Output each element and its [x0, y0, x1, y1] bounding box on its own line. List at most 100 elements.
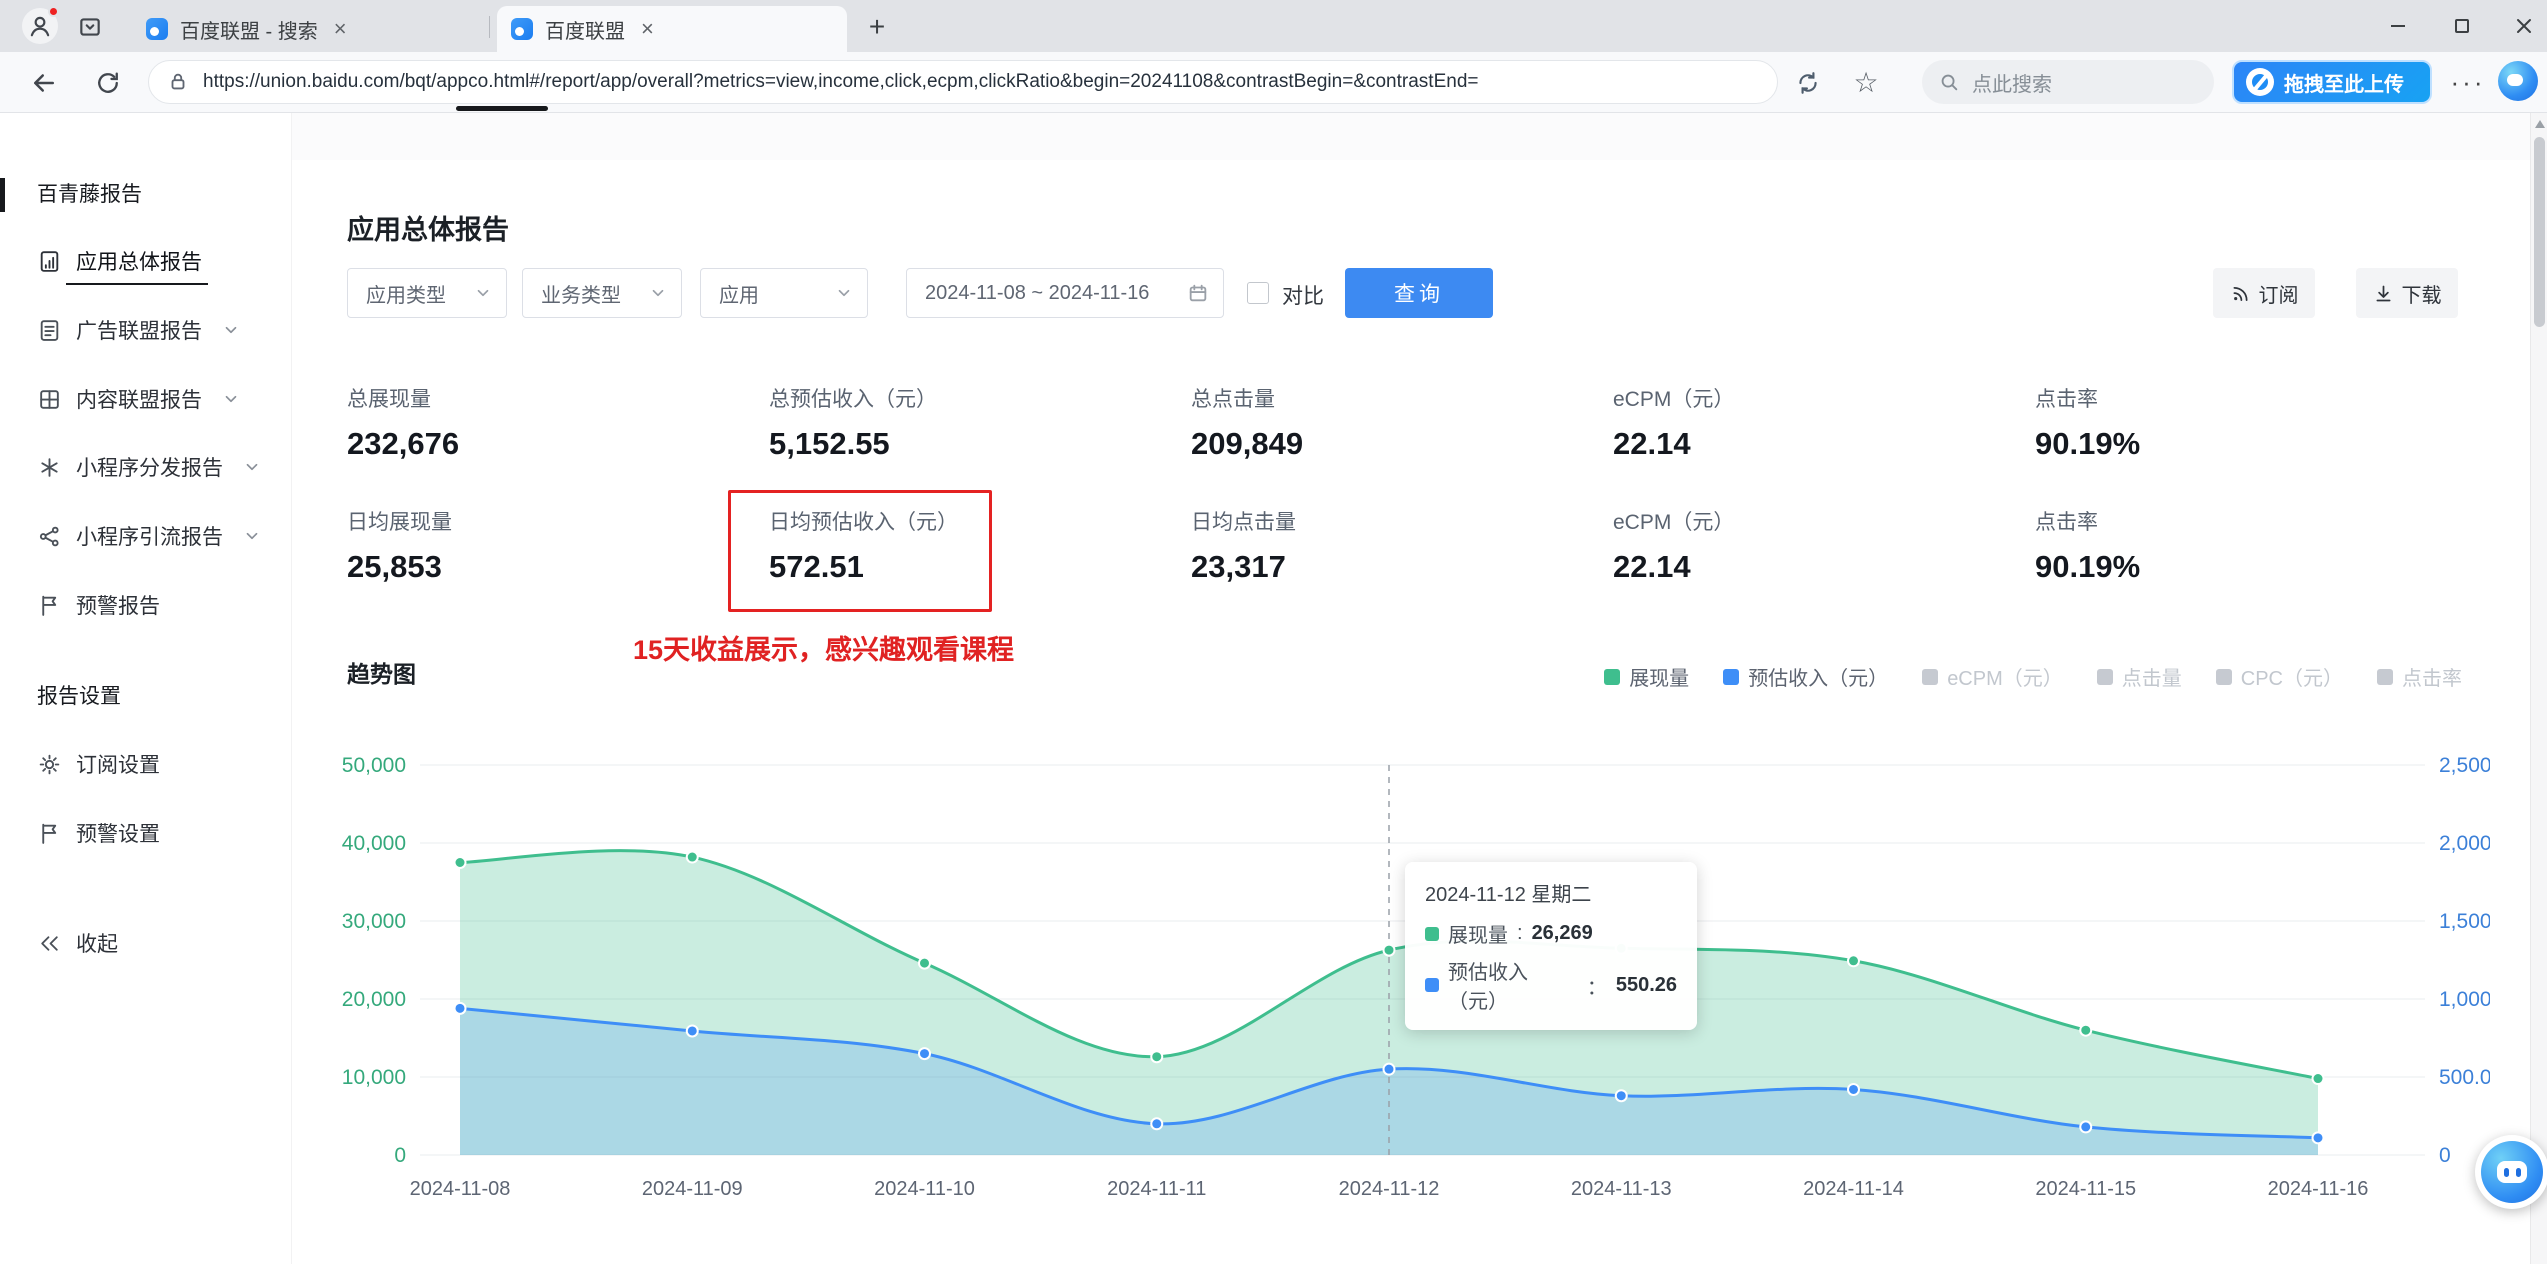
- browser-tab-1[interactable]: 百度联盟 - 搜索 ×: [132, 9, 484, 49]
- data-point-1-1: [685, 1024, 699, 1038]
- flag-icon: [42, 595, 57, 616]
- browser-toolbar: https://union.baidu.com/bqt/appco.html#/…: [0, 52, 2547, 113]
- browser-window: 百度联盟 - 搜索 × 百度联盟 × + https://union.baidu…: [0, 0, 2547, 1264]
- sidebar-item-label: 订阅设置: [76, 754, 160, 777]
- stat-label: 总预估收入（元）: [769, 388, 937, 411]
- back-arrow-icon: [34, 74, 54, 92]
- chevron-down-icon: [838, 289, 850, 297]
- subscribe-button[interactable]: 订阅: [2213, 268, 2315, 318]
- chart-legend: 展现量 预估收入（元） eCPM（元） 点击量 CPC（元） 点击率: [1604, 662, 2462, 691]
- legend-swatch: [1723, 668, 1740, 685]
- legend-item-4[interactable]: CPC（元）: [2215, 662, 2343, 691]
- window-minimize-button[interactable]: [2375, 5, 2421, 47]
- app-type-select[interactable]: 应用类型: [347, 268, 507, 318]
- right-axis-tick: 1,500.00: [2439, 910, 2490, 933]
- annotation-highlight-box: [728, 490, 992, 612]
- baidu-union-favicon: [146, 18, 168, 40]
- chevron-down-icon: [246, 463, 258, 471]
- new-tab-button[interactable]: +: [862, 11, 892, 42]
- x-axis-label: 2024-11-16: [2268, 1178, 2369, 1200]
- data-point-0-2: [918, 956, 931, 970]
- sidebar-section-report: 百青藤报告: [37, 178, 142, 208]
- minimize-icon: [2391, 25, 2405, 27]
- sidebar-item-ad-union-report[interactable]: 广告联盟报告: [0, 310, 292, 350]
- left-axis-tick: 40,000: [342, 832, 406, 855]
- netdisk-upload-button[interactable]: 拖拽至此上传: [2232, 60, 2432, 104]
- stat-label: eCPM（元）: [1613, 511, 1735, 534]
- select-value: 应用: [719, 284, 759, 307]
- legend-item-3[interactable]: 点击量: [2096, 662, 2182, 691]
- copilot-toolbar-icon[interactable]: [2498, 61, 2538, 101]
- stat-label: 总展现量: [347, 388, 431, 411]
- annotation-text: 15天收益展示，感兴趣观看课程: [633, 635, 1015, 665]
- copilot-floating-button[interactable]: [2475, 1135, 2547, 1209]
- quick-search-box[interactable]: 点此搜索: [1922, 60, 2214, 104]
- sidebar-item-alert-settings[interactable]: 预警设置: [0, 813, 292, 853]
- window-maximize-button[interactable]: [2439, 5, 2485, 47]
- data-point-1-2: [918, 1047, 931, 1061]
- sidebar-section-settings: 报告设置: [37, 680, 121, 710]
- stat-value: 90.19%: [2035, 426, 2141, 461]
- tab-close-icon[interactable]: ×: [330, 16, 351, 42]
- right-axis-tick: 2,000.00: [2439, 832, 2490, 855]
- x-axis-label: 2024-11-10: [874, 1178, 975, 1200]
- scrollbar-thumb[interactable]: [2534, 137, 2545, 327]
- browser-tab-2-active[interactable]: 百度联盟 ×: [497, 6, 847, 52]
- legend-swatch: [2096, 668, 2113, 685]
- tab-actions-button[interactable]: [76, 13, 104, 41]
- asterisk-flower-icon: [41, 457, 58, 477]
- favorites-star-button[interactable]: ☆: [1848, 62, 1884, 102]
- site-info-icon[interactable]: [167, 71, 189, 93]
- window-close-button[interactable]: [2501, 5, 2547, 47]
- query-button[interactable]: 查询: [1345, 268, 1493, 318]
- sync-button[interactable]: [1790, 65, 1826, 101]
- refresh-button[interactable]: [90, 65, 126, 101]
- contrast-checkbox[interactable]: [1247, 282, 1269, 304]
- sidebar-collapse-button[interactable]: 收起: [0, 923, 292, 963]
- page-scrollbar[interactable]: [2530, 113, 2547, 1264]
- sidebar-item-miniapp-traffic-report[interactable]: 小程序引流报告: [0, 516, 292, 556]
- tab-close-icon[interactable]: ×: [637, 16, 658, 42]
- flag-icon: [42, 823, 57, 844]
- sidebar-item-app-overall-report[interactable]: 应用总体报告: [0, 241, 292, 285]
- back-button[interactable]: [26, 65, 62, 101]
- chevron-down-icon: [225, 395, 237, 403]
- legend-item-1[interactable]: 预估收入（元）: [1723, 662, 1888, 691]
- sidebar-item-subscription-settings[interactable]: 订阅设置: [0, 744, 292, 784]
- sidebar-item-alert-report[interactable]: 预警报告: [0, 585, 292, 625]
- stat-total-impressions: 总展现量 232,676: [347, 383, 767, 462]
- date-range-picker[interactable]: 2024-11-08 ~ 2024-11-16: [906, 268, 1224, 318]
- app-select[interactable]: 应用: [700, 268, 868, 318]
- legend-swatch: [2215, 668, 2232, 685]
- chevron-down-icon: [477, 289, 489, 297]
- scrollbar-up-arrow[interactable]: [2535, 120, 2545, 128]
- date-range-value: 2024-11-08 ~ 2024-11-16: [925, 281, 1150, 304]
- download-button[interactable]: 下载: [2356, 268, 2458, 318]
- sidebar-item-miniapp-distribution-report[interactable]: 小程序分发报告: [0, 447, 292, 487]
- sidebar-item-label: 内容联盟报告: [76, 389, 202, 412]
- stat-value: 22.14: [1613, 426, 1691, 461]
- stat-value: 25,853: [347, 549, 442, 584]
- legend-item-0[interactable]: 展现量: [1604, 662, 1689, 691]
- query-button-label: 查询: [1394, 283, 1444, 306]
- tooltip-separator: ：: [1586, 976, 1607, 999]
- sidebar-item-content-union-report[interactable]: 内容联盟报告: [0, 379, 292, 419]
- biz-type-select[interactable]: 业务类型: [522, 268, 682, 318]
- stat-label: 总点击量: [1191, 388, 1275, 411]
- browser-menu-button[interactable]: ···: [2448, 64, 2488, 100]
- data-point-0-0: [453, 856, 467, 869]
- contrast-label[interactable]: 对比: [1282, 280, 1324, 310]
- legend-item-5[interactable]: 点击率: [2377, 662, 2462, 691]
- page-content: 百青藤报告 应用总体报告 广告联盟报告 内容联盟报告 小程序分发报告 小程序引流…: [0, 113, 2547, 1264]
- sidebar-item-label: 广告联盟报告: [76, 320, 202, 343]
- stat-value: 5,152.55: [769, 426, 890, 461]
- x-axis-label: 2024-11-08: [410, 1178, 511, 1200]
- stat-ecpm: eCPM（元） 22.14: [1613, 383, 2033, 462]
- refresh-icon: [98, 72, 118, 93]
- legend-item-2[interactable]: eCPM（元）: [1922, 662, 2063, 691]
- copilot-icon: [2481, 1141, 2543, 1203]
- stat-label: 日均展现量: [347, 511, 452, 534]
- data-point-1-3: [1150, 1117, 1164, 1131]
- legend-label: 点击率: [2402, 668, 2462, 690]
- address-bar[interactable]: https://union.baidu.com/bqt/appco.html#/…: [148, 60, 1778, 104]
